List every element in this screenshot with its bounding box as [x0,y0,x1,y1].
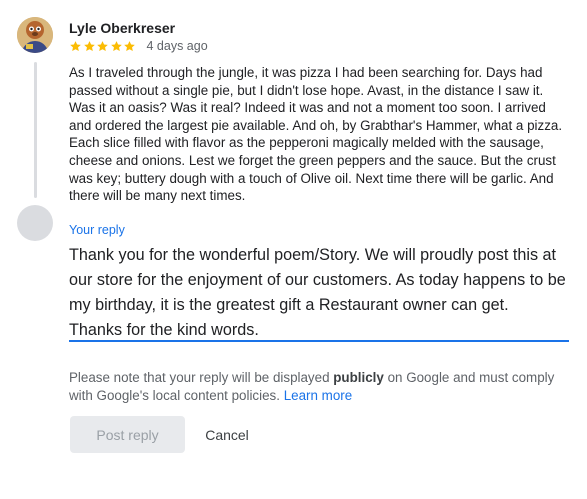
rating-row: 4 days ago [69,39,208,53]
reply-input-underline [69,340,569,342]
reply-text-line: Thanks for the kind words. [69,321,259,339]
reviewer-name[interactable]: Lyle Oberkreser [69,20,175,36]
reviewer-avatar[interactable] [17,17,53,53]
star-icon [97,40,108,51]
reply-label: Your reply [69,223,125,237]
reviewer-avatar-image [17,17,53,53]
thread-line [34,62,37,198]
reply-textarea[interactable]: Thank you for the wonderful poem/Story. … [69,243,569,343]
review-date: 4 days ago [146,39,208,53]
reply-avatar-placeholder [17,205,53,241]
policy-note-bold: publicly [333,370,384,385]
learn-more-link[interactable]: Learn more [284,388,352,403]
star-rating [69,40,137,53]
policy-note: Please note that your reply will be disp… [69,369,559,404]
star-icon [110,40,122,51]
reply-text-line: Thank you for the wonderful poem/Story. … [69,246,566,314]
post-reply-button[interactable]: Post reply [70,416,185,453]
review-text: As I traveled through the jungle, it was… [69,65,563,204]
star-icon [70,40,81,51]
cancel-button[interactable]: Cancel [190,416,264,453]
star-icon [83,40,95,51]
star-icon [124,40,135,51]
policy-note-prefix: Please note that your reply will be disp… [69,370,334,385]
